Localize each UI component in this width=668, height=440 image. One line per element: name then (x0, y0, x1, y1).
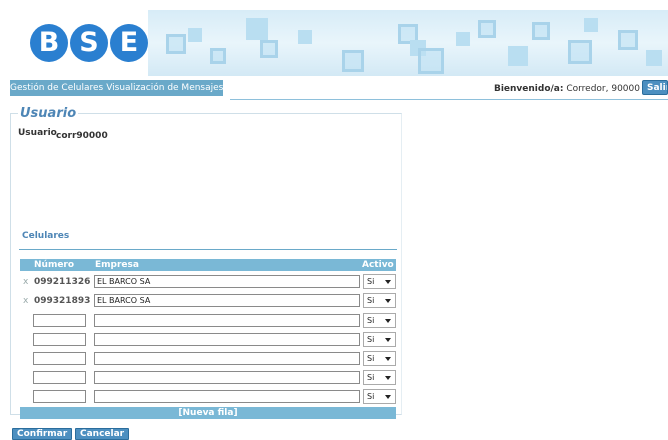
chevron-down-icon (385, 395, 391, 399)
logo-letter: B (30, 24, 68, 62)
cancel-button[interactable]: Cancelar (75, 428, 130, 440)
welcome-user: Corredor, 90000 (566, 84, 640, 94)
active-select[interactable]: Si (363, 389, 396, 404)
delete-row-icon[interactable]: x (23, 296, 28, 306)
header-divider (230, 99, 668, 100)
company-input[interactable] (94, 371, 360, 384)
chevron-down-icon (385, 280, 391, 284)
cellphones-divider (19, 249, 397, 250)
menu-item-cellphones[interactable]: Gestión de Celulares (10, 80, 103, 96)
main-menu: Gestión de Celulares Visualización de Me… (10, 80, 223, 96)
active-select-value: Si (367, 335, 375, 344)
section-legend: Usuario (18, 106, 79, 121)
exit-button[interactable]: Salir (642, 80, 668, 95)
table-row: Si (20, 330, 396, 349)
cellphones-table: Número Empresa Activo x 099211326 EL BAR… (20, 259, 396, 419)
active-select-value: Si (367, 373, 375, 382)
active-select-value: Si (367, 296, 375, 305)
table-row: Si (20, 349, 396, 368)
logo-letter: S (70, 24, 108, 62)
company-input[interactable] (94, 390, 360, 403)
table-row: Si (20, 311, 396, 330)
column-active: Activo (362, 260, 394, 270)
delete-row-icon[interactable]: x (23, 277, 28, 287)
company-input[interactable]: EL BARCO SA (94, 294, 360, 307)
add-row-button[interactable]: [Nueva fila] (20, 407, 396, 419)
active-select-value: Si (367, 392, 375, 401)
chevron-down-icon (385, 338, 391, 342)
number-input[interactable] (33, 314, 86, 327)
welcome-label: Bienvenido/a: (493, 84, 564, 94)
column-company: Empresa (95, 260, 139, 270)
chevron-down-icon (385, 319, 391, 323)
chevron-down-icon (385, 299, 391, 303)
active-select[interactable]: Si (363, 293, 396, 308)
active-select[interactable]: Si (363, 313, 396, 328)
menu-item-messages[interactable]: Visualización de Mensajes (106, 80, 223, 96)
number-input[interactable] (33, 333, 86, 346)
company-input[interactable] (94, 314, 360, 327)
active-select[interactable]: Si (363, 351, 396, 366)
chevron-down-icon (385, 357, 391, 361)
row-number: 099321893 (34, 296, 91, 306)
active-select-value: Si (367, 277, 375, 286)
company-input[interactable]: EL BARCO SA (94, 275, 360, 288)
chevron-down-icon (385, 376, 391, 380)
active-select-value: Si (367, 354, 375, 363)
company-input[interactable] (94, 333, 360, 346)
table-row: x 099321893 EL BARCO SA Si (20, 292, 396, 311)
table-header: Número Empresa Activo (20, 259, 396, 271)
active-select[interactable]: Si (363, 332, 396, 347)
row-number: 099211326 (34, 277, 91, 287)
header-banner (148, 10, 668, 76)
user-value: corr90000 (56, 131, 108, 141)
bse-logo: B S E (30, 24, 148, 62)
active-select[interactable]: Si (363, 370, 396, 385)
table-row: Si (20, 368, 396, 387)
company-input[interactable] (94, 352, 360, 365)
table-row: Si (20, 387, 396, 406)
confirm-button[interactable]: Confirmar (12, 428, 73, 440)
table-row: x 099211326 EL BARCO SA Si (20, 273, 396, 292)
column-number: Número (34, 260, 75, 270)
cellphones-title: Celulares (22, 231, 70, 241)
number-input[interactable] (33, 390, 86, 403)
page-header: B S E (0, 0, 668, 78)
active-select[interactable]: Si (363, 274, 396, 289)
active-select-value: Si (367, 316, 375, 325)
logo-letter: E (110, 24, 148, 62)
user-label: Usuario (18, 128, 57, 138)
welcome-text: Bienvenido/a: Corredor, 90000 (494, 84, 640, 94)
number-input[interactable] (33, 371, 86, 384)
number-input[interactable] (33, 352, 86, 365)
